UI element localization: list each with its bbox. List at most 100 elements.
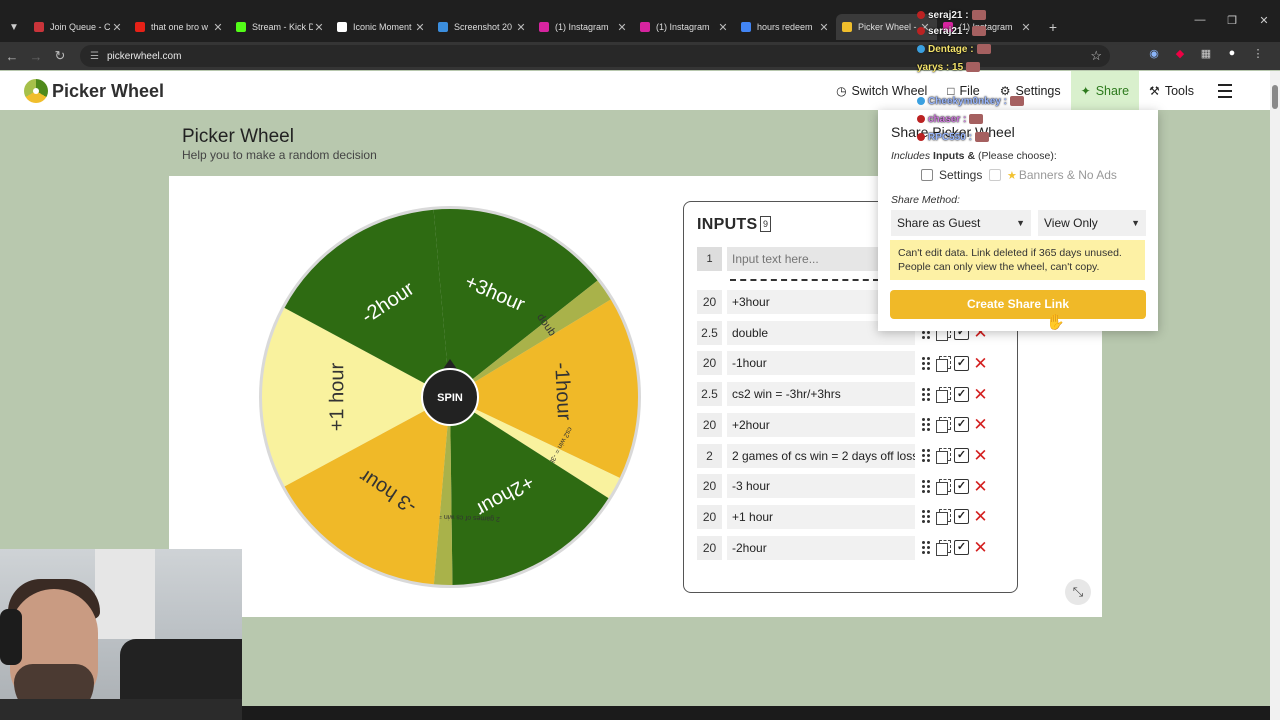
share-popup: Share Picker Wheel Includes Inputs & (Pl… (878, 110, 1158, 331)
back-icon[interactable]: ← (0, 49, 24, 64)
browser-tab[interactable]: (1) Instagram ✕ (634, 14, 735, 40)
browser-tab[interactable]: Iconic Moment ✕ (331, 14, 432, 40)
more-menu-icon[interactable]: ⋮ (1250, 47, 1266, 63)
tab-close-icon[interactable]: ✕ (616, 21, 628, 34)
share-method-label: Share Method: (891, 194, 960, 206)
entry-weight[interactable]: 20 (697, 535, 722, 560)
tab-close-icon[interactable]: ✕ (818, 21, 830, 34)
tab-close-icon[interactable]: ✕ (313, 21, 325, 34)
wheel-svg[interactable]: +3hourdouble-1hourcs2 win = -3hr/+3hrs+2… (256, 203, 644, 591)
entry-weight[interactable]: 2.5 (697, 382, 722, 407)
tab-search-button[interactable]: ▼ (0, 14, 28, 40)
profile-icon[interactable]: ● (1224, 47, 1240, 63)
checkbox-checked-icon[interactable]: ✓ (954, 509, 969, 525)
site-logo[interactable]: Picker Wheel (24, 79, 164, 103)
hamburger-menu-icon[interactable] (1212, 71, 1238, 110)
duplicate-icon[interactable] (935, 478, 951, 495)
duplicate-icon[interactable] (935, 417, 951, 434)
tab-close-icon[interactable]: ✕ (717, 21, 729, 34)
puzzle-icon[interactable]: ▦ (1198, 47, 1214, 63)
picker-wheel[interactable]: +3hour double -1hour cs2 win = -3hr/+3hrs +2… (256, 203, 644, 591)
create-share-link-button[interactable]: Create Share Link (890, 290, 1146, 319)
browser-tab[interactable]: Stream - Kick D ✕ (230, 14, 331, 40)
drag-handle-icon[interactable] (921, 387, 931, 401)
delete-icon[interactable]: ✕ (973, 478, 988, 495)
delete-icon[interactable]: ✕ (973, 539, 988, 556)
share-method-select[interactable]: Share as Guest ▼ (891, 210, 1031, 236)
forward-icon[interactable]: → (24, 49, 48, 64)
entry-text[interactable]: 2 games of cs win = 2 days off loss (727, 443, 915, 468)
entry-weight[interactable]: 2 (697, 443, 722, 468)
chat-username: seraj21 : (928, 26, 969, 37)
nav-share[interactable]: ✦ Share (1070, 71, 1140, 110)
duplicate-icon[interactable] (935, 386, 951, 403)
delete-icon[interactable]: ✕ (973, 416, 988, 433)
entry-text[interactable]: -1hour (727, 351, 915, 376)
access-select[interactable]: View Only ▼ (1038, 210, 1146, 236)
site-info-icon[interactable]: ☰ (90, 51, 99, 62)
checkbox-checked-icon[interactable]: ✓ (954, 478, 969, 494)
tab-close-icon[interactable]: ✕ (414, 21, 426, 34)
new-entry-input[interactable] (727, 247, 879, 271)
drag-handle-icon[interactable] (921, 356, 931, 370)
drag-handle-icon[interactable] (921, 479, 931, 493)
entry-weight[interactable]: 2.5 (697, 320, 722, 345)
entry-text[interactable]: +1 hour (727, 504, 915, 529)
tab-label: (1) Instagram (555, 22, 609, 32)
settings-checkbox[interactable] (921, 169, 933, 181)
tab-label: Join Queue - C (50, 22, 111, 32)
duplicate-icon[interactable] (935, 540, 951, 557)
reload-icon[interactable]: ↻ (48, 48, 72, 64)
tab-close-icon[interactable]: ✕ (515, 21, 527, 34)
tab-close-icon[interactable]: ✕ (1020, 21, 1032, 34)
tab-close-icon[interactable]: ✕ (212, 21, 224, 34)
entry-text[interactable]: -3 hour (727, 474, 915, 499)
close-window-icon[interactable]: ✕ (1248, 14, 1280, 27)
drag-handle-icon[interactable] (921, 510, 931, 524)
checkbox-checked-icon[interactable]: ✓ (954, 448, 969, 463)
extension-icon[interactable]: ◆ (1172, 47, 1188, 63)
delete-icon[interactable]: ✕ (973, 447, 988, 464)
tab-close-icon[interactable]: ✕ (111, 21, 123, 34)
minimize-icon[interactable]: — (1184, 14, 1216, 27)
bookmark-star-icon[interactable]: ☆ (1090, 48, 1102, 64)
extension-icon[interactable]: ◉ (1146, 47, 1162, 63)
delete-icon[interactable]: ✕ (973, 355, 988, 372)
browser-tab[interactable]: that one bro w ✕ (129, 14, 230, 40)
checkbox-checked-icon[interactable]: ✓ (954, 417, 969, 433)
duplicate-icon[interactable] (935, 355, 951, 372)
browser-tab[interactable]: Join Queue - C ✕ (28, 14, 129, 40)
wheel-segment-label: -1hour (550, 362, 575, 421)
checkbox-checked-icon[interactable]: ✓ (954, 540, 969, 556)
checkbox-checked-icon[interactable]: ✓ (954, 355, 969, 371)
delete-icon[interactable]: ✕ (973, 508, 988, 525)
drag-handle-icon[interactable] (921, 541, 931, 555)
fullscreen-expand-button[interactable]: ⤡ (1065, 579, 1091, 605)
restore-icon[interactable]: ❐ (1216, 14, 1248, 27)
entry-weight[interactable]: 20 (697, 504, 722, 529)
entry-text[interactable]: cs2 win = -3hr/+3hrs (727, 382, 915, 407)
settings-option[interactable]: Settings (921, 168, 982, 182)
new-tab-button[interactable]: + (1040, 19, 1066, 35)
spin-label[interactable]: SPIN (437, 392, 463, 404)
entry-weight[interactable]: 20 (697, 412, 722, 437)
duplicate-icon[interactable] (935, 509, 951, 526)
browser-tab[interactable]: (1) Instagram ✕ (533, 14, 634, 40)
entry-weight[interactable]: 20 (697, 474, 722, 499)
duplicate-icon[interactable] (935, 448, 951, 464)
drag-handle-icon[interactable] (921, 449, 931, 463)
tab-favicon-icon (337, 22, 347, 32)
new-entry-weight[interactable]: 1 (697, 247, 722, 271)
browser-tab[interactable]: hours redeem ✕ (735, 14, 836, 40)
entry-weight[interactable]: 20 (697, 351, 722, 376)
checkbox-checked-icon[interactable]: ✓ (954, 386, 969, 402)
entry-text[interactable]: -2hour (727, 535, 915, 560)
drag-handle-icon[interactable] (921, 418, 931, 432)
scrollbar-thumb[interactable] (1272, 85, 1278, 109)
delete-icon[interactable]: ✕ (973, 386, 988, 403)
page-scrollbar[interactable] (1270, 71, 1280, 720)
browser-tab[interactable]: Screenshot 20 ✕ (432, 14, 533, 40)
nav-tools[interactable]: ⚒ Tools (1139, 71, 1204, 110)
entry-text[interactable]: +2hour (727, 412, 915, 437)
entry-weight[interactable]: 20 (697, 290, 722, 314)
